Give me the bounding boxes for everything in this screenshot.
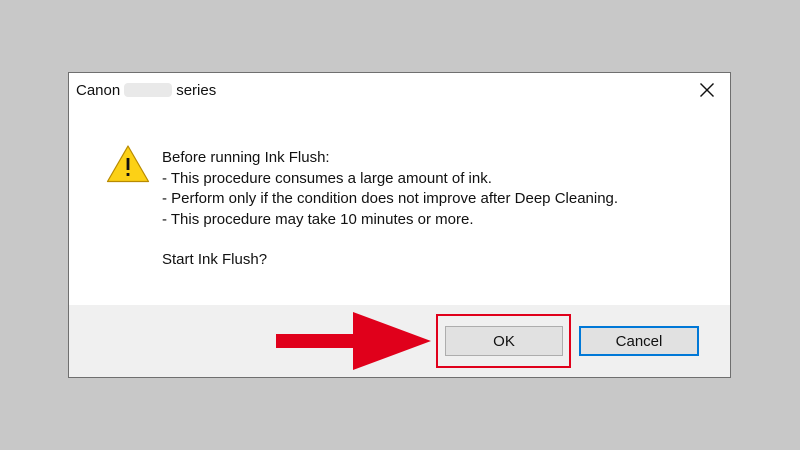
title-suffix: series	[176, 82, 217, 99]
message-dialog: Canon series Before running Ink Flush: - …	[68, 72, 731, 378]
ok-button[interactable]: OK	[445, 326, 563, 356]
message-text: Before running Ink Flush: - This procedu…	[162, 148, 618, 271]
message-question: Start Ink Flush?	[162, 251, 268, 268]
message-line: - Perform only if the condition does not…	[162, 190, 619, 207]
title-bar[interactable]: Canon series	[69, 73, 730, 109]
message-heading: Before running Ink Flush:	[162, 149, 330, 166]
message-line: - This procedure consumes a large amount…	[162, 169, 492, 187]
warning-icon	[106, 145, 150, 183]
close-button[interactable]	[684, 73, 730, 107]
window-title: Canon series	[76, 82, 216, 99]
title-prefix: Canon	[76, 82, 121, 99]
close-icon	[700, 83, 714, 97]
cancel-button[interactable]: Cancel	[579, 326, 699, 356]
redacted-model-name	[124, 83, 173, 97]
message-line: - This procedure may take 10 minutes or …	[162, 210, 474, 228]
